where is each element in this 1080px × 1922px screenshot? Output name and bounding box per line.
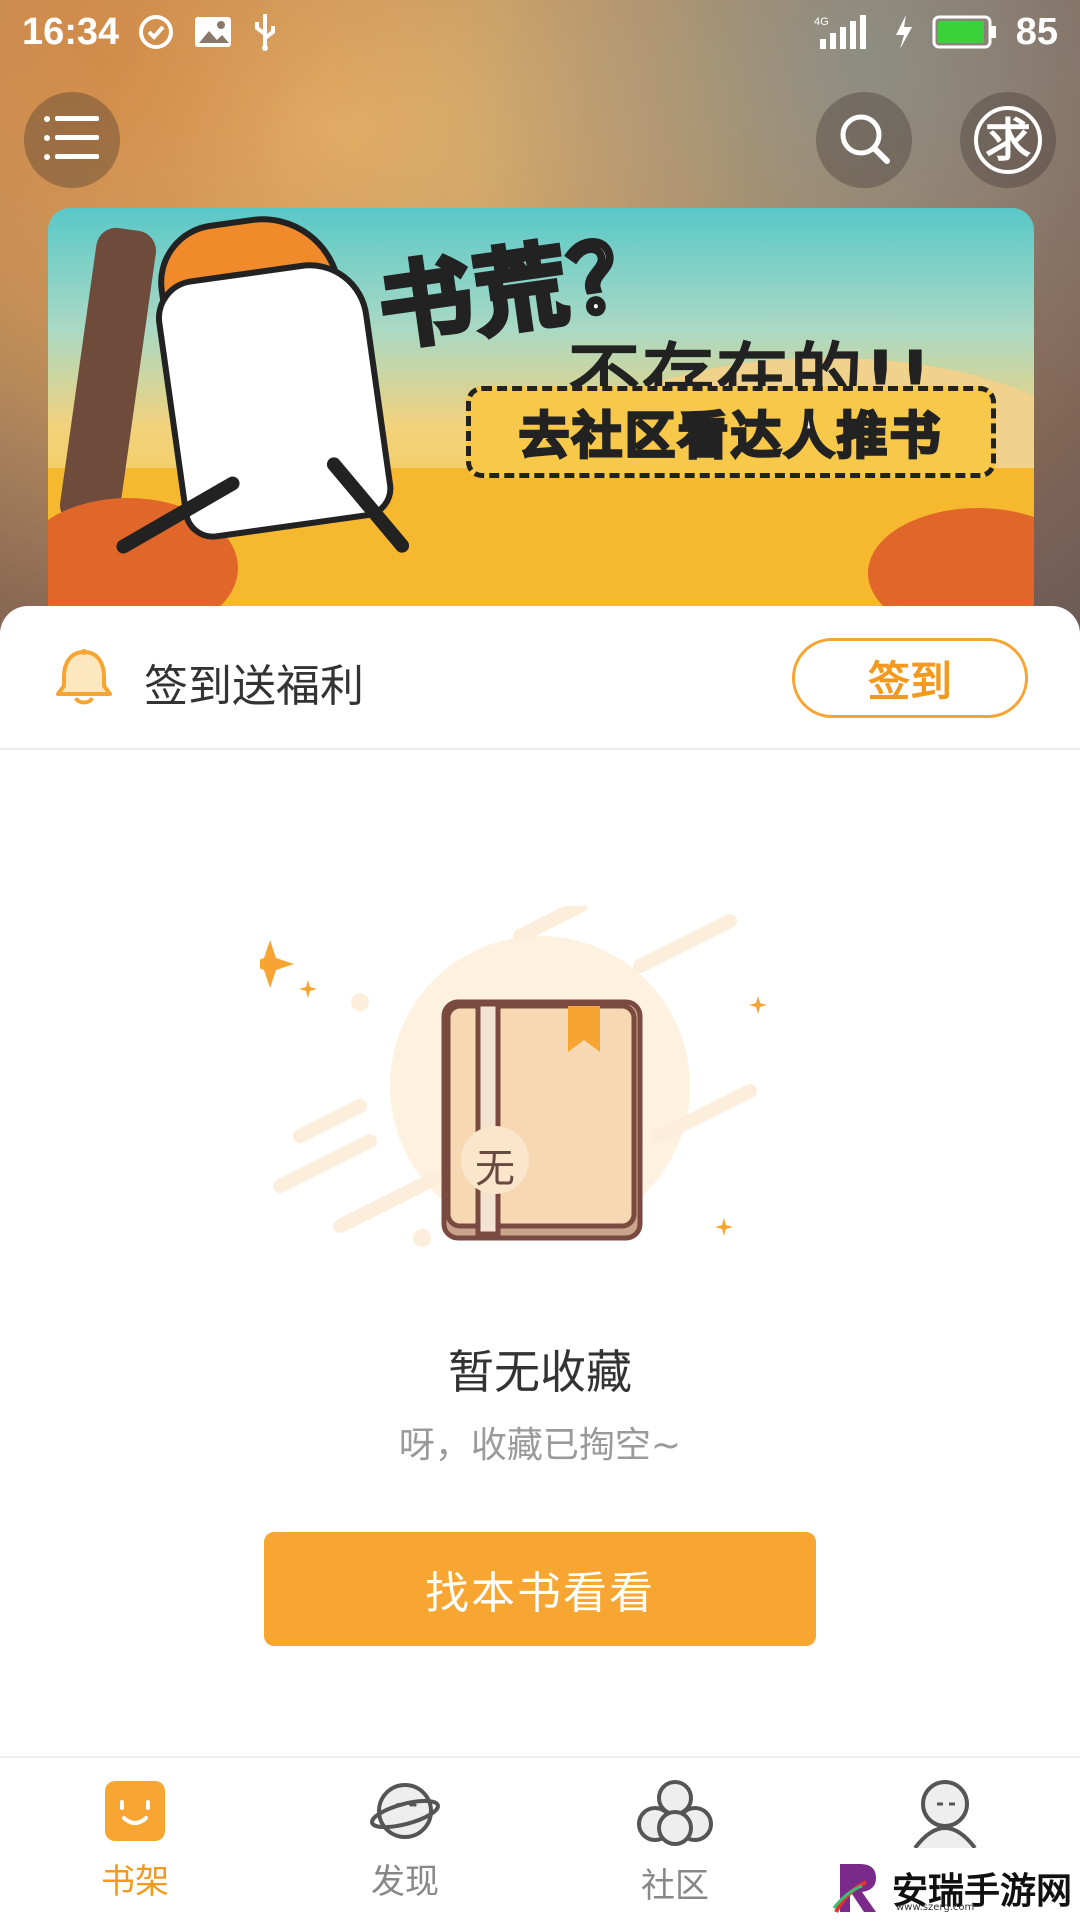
tab-bookshelf[interactable]: 书架: [0, 1758, 270, 1922]
book-badge: 无: [475, 1146, 515, 1192]
status-time: 16:34: [22, 10, 120, 53]
signal-icon: 4G: [814, 13, 874, 51]
banner-cta[interactable]: 去社区看达人推书: [466, 386, 996, 478]
menu-button[interactable]: [24, 92, 120, 188]
community-icon: [635, 1778, 715, 1852]
charging-icon: [892, 13, 914, 51]
empty-bookshelf-illustration: 无: [246, 899, 820, 1270]
tab-discover[interactable]: 发现: [270, 1758, 540, 1922]
battery-level: 85: [1015, 10, 1058, 53]
bookshelf-icon: [102, 1778, 168, 1848]
search-button[interactable]: [816, 92, 912, 188]
planet-icon: [370, 1778, 440, 1848]
empty-subtitle: 呀，收藏已掏空~: [398, 1425, 682, 1466]
search-icon: [837, 111, 891, 169]
network-type: 4G: [814, 16, 829, 28]
watermark-url: www.szerg.com: [896, 1902, 975, 1913]
image-icon: [193, 15, 233, 49]
check-circle-icon: [137, 13, 175, 51]
request-book-button[interactable]: 求: [960, 92, 1056, 188]
menu-icon: [43, 113, 101, 167]
usb-icon: [251, 12, 279, 52]
status-bar: 16:34 4G 85: [0, 0, 1080, 64]
profile-icon: [907, 1778, 983, 1852]
tab-label: 社区: [641, 1866, 709, 1906]
find-book-button[interactable]: 找本书看看: [264, 1532, 816, 1646]
empty-title: 暂无收藏: [448, 1345, 632, 1399]
checkin-button[interactable]: 签到: [792, 638, 1028, 718]
site-watermark: 安瑞手游网 www.szerg.com: [832, 1858, 1072, 1918]
watermark-logo-icon: [832, 1858, 884, 1918]
tab-community[interactable]: 社区: [540, 1758, 810, 1922]
bell-icon: [52, 648, 116, 712]
checkin-row: 签到送福利 签到: [0, 606, 1080, 750]
battery-icon: [932, 13, 998, 51]
promo-banner[interactable]: 书荒？ 不存在的!! 去社区看达人推书: [48, 208, 1034, 608]
tab-label: 发现: [371, 1862, 439, 1902]
checkin-label: 签到送福利: [144, 661, 364, 712]
tab-label: 书架: [101, 1862, 169, 1902]
request-book-label: 求: [974, 106, 1042, 174]
bookshelf-card: 签到送福利 签到 无 暂无收藏 呀，收藏已掏空~ 找本书看看: [0, 606, 1080, 1756]
